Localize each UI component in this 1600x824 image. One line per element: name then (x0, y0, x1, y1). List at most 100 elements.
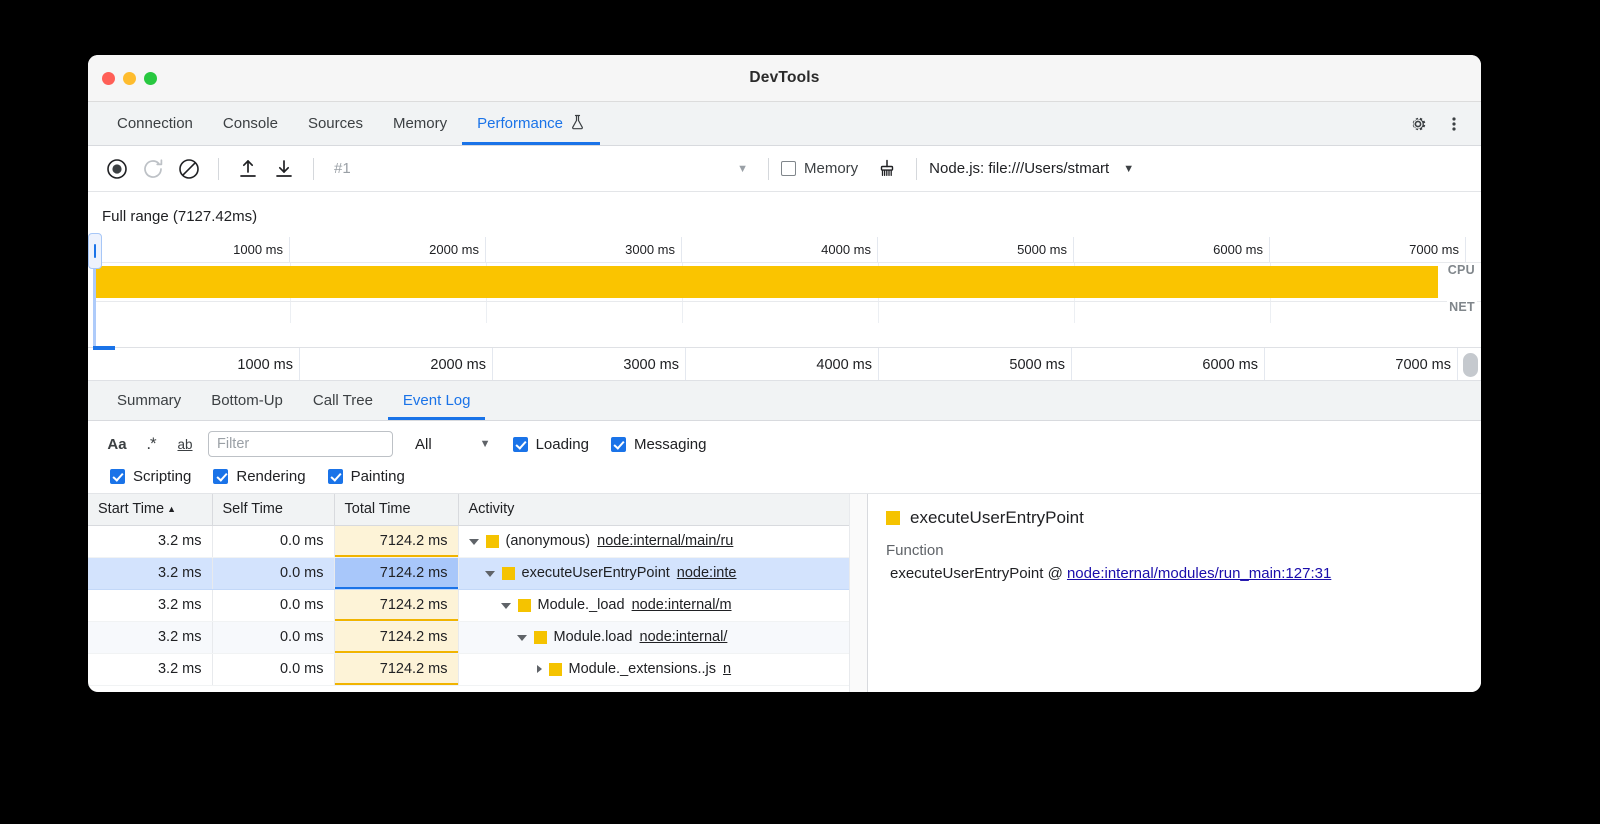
full-range-label: Full range (7127.42ms) (88, 192, 1481, 237)
tab-console[interactable]: Console (208, 102, 293, 145)
category-label: Messaging (634, 436, 707, 453)
regex-icon[interactable]: .* (134, 431, 168, 457)
activity-url[interactable]: node:inte (677, 565, 737, 581)
ruler-tick: 7000 ms (1270, 237, 1466, 262)
chevron-down-icon: ▼ (480, 438, 491, 450)
tab-sources[interactable]: Sources (293, 102, 378, 145)
activity-url[interactable]: node:internal/main/ru (597, 533, 733, 549)
clear-icon[interactable] (172, 152, 206, 186)
vertical-scrollbar[interactable] (849, 494, 867, 692)
cpu-usage-bar (93, 266, 1438, 298)
tab-label: Bottom-Up (211, 392, 283, 409)
panel-tabstrip: Connection Console Sources Memory Perfor… (88, 102, 1481, 146)
upload-icon[interactable] (231, 152, 265, 186)
category-checkbox-loading[interactable]: Loading (513, 436, 589, 453)
category-label: Loading (536, 436, 589, 453)
more-vertical-icon[interactable] (1437, 107, 1471, 141)
memory-label: Memory (804, 160, 858, 177)
tab-performance[interactable]: Performance (462, 102, 600, 145)
net-band: NET (93, 301, 1481, 323)
collect-garbage-icon[interactable] (870, 152, 904, 186)
tab-summary[interactable]: Summary (102, 381, 196, 420)
timeline-overview: Full range (7127.42ms) 1000 ms 2000 ms 3… (88, 192, 1481, 381)
ruler-tick: 3000 ms (486, 237, 682, 262)
column-header-self-time[interactable]: Self Time (212, 494, 334, 525)
profile-selector[interactable]: #1 ▼ (326, 154, 756, 184)
cell-activity: Module.load node:internal/ (458, 621, 850, 653)
checkbox-box (328, 469, 343, 484)
horizontal-scrollbar-thumb[interactable] (1463, 353, 1478, 377)
target-selector[interactable]: Node.js: file:///Users/stmart ▼ (929, 160, 1134, 177)
event-details-pane: executeUserEntryPoint Function executeUs… (868, 494, 1481, 692)
overview-body[interactable]: 1000 ms 2000 ms 3000 ms 4000 ms 5000 ms … (88, 237, 1481, 347)
overview-drag-handle-left[interactable] (88, 233, 102, 269)
ruler-tick: 6000 ms (1072, 348, 1265, 380)
category-checkbox-painting[interactable]: Painting (328, 468, 405, 485)
event-details-stack-row: executeUserEntryPoint @ node:internal/mo… (886, 565, 1465, 582)
tab-connection[interactable]: Connection (102, 102, 208, 145)
category-checkbox-messaging[interactable]: Messaging (611, 436, 707, 453)
reload-icon[interactable] (136, 152, 170, 186)
column-header-activity[interactable]: Activity (458, 494, 850, 525)
chevron-down-icon: ▼ (737, 163, 748, 175)
stack-frame-link[interactable]: node:internal/modules/run_main:127:31 (1067, 565, 1331, 582)
cell-total-time: 7124.2 ms (334, 621, 458, 653)
record-icon[interactable] (100, 152, 134, 186)
activity-url[interactable]: node:internal/m (632, 597, 732, 613)
target-label: Node.js: file:///Users/stmart (929, 160, 1109, 177)
category-checkbox-scripting[interactable]: Scripting (110, 468, 191, 485)
cell-self-time: 0.0 ms (212, 621, 334, 653)
table-row[interactable]: 3.2 ms 0.0 ms 7124.2 ms (anonymous) nod (88, 525, 850, 557)
cell-total-time: 7124.2 ms (334, 525, 458, 557)
column-label: Self Time (223, 501, 283, 517)
cell-activity: executeUserEntryPoint node:inte (458, 557, 850, 589)
table-row[interactable]: 3.2 ms 0.0 ms 7124.2 ms Module._extensio… (88, 653, 850, 685)
activity-name: executeUserEntryPoint (522, 565, 670, 581)
ruler-tick: 1000 ms (93, 237, 290, 262)
divider (916, 158, 917, 180)
memory-checkbox[interactable]: Memory (781, 160, 858, 177)
chevron-right-icon[interactable] (537, 665, 542, 673)
timeline-ruler-bottom[interactable]: 1000 ms 2000 ms 3000 ms 4000 ms 5000 ms … (88, 347, 1481, 381)
tab-event-log[interactable]: Event Log (388, 381, 486, 420)
tab-memory[interactable]: Memory (378, 102, 462, 145)
event-log-table: Start Time▲ Self Time Total Time Activit… (88, 494, 851, 686)
table-row[interactable]: 3.2 ms 0.0 ms 7124.2 ms Module.load nod (88, 621, 850, 653)
activity-name: Module._extensions..js (569, 661, 717, 677)
match-case-icon[interactable]: Aa (100, 431, 134, 457)
column-header-total-time[interactable]: Total Time (334, 494, 458, 525)
chevron-down-icon[interactable] (469, 539, 479, 545)
activity-url[interactable]: n (723, 661, 731, 677)
category-checkbox-rendering[interactable]: Rendering (213, 468, 305, 485)
filter-input[interactable]: Filter (208, 431, 393, 457)
tab-bottom-up[interactable]: Bottom-Up (196, 381, 298, 420)
column-label: Start Time (98, 501, 164, 517)
category-color-swatch (518, 599, 531, 612)
category-label: Painting (351, 468, 405, 485)
table-row[interactable]: 3.2 ms 0.0 ms 7124.2 ms executeUserEntry… (88, 557, 850, 589)
chevron-down-icon[interactable] (501, 603, 511, 609)
chevron-down-icon[interactable] (485, 571, 495, 577)
activity-name: Module._load (538, 597, 625, 613)
checkbox-box (611, 437, 626, 452)
duration-filter-select[interactable]: All ▼ (415, 436, 491, 453)
gear-icon[interactable] (1401, 107, 1435, 141)
checkbox-box (213, 469, 228, 484)
tab-label: Sources (308, 115, 363, 132)
whole-word-icon[interactable]: ab (168, 431, 202, 457)
activity-url[interactable]: node:internal/ (640, 629, 728, 645)
cell-total-time-value: 7124.2 ms (335, 622, 458, 653)
tab-label: Summary (117, 392, 181, 409)
tab-call-tree[interactable]: Call Tree (298, 381, 388, 420)
download-icon[interactable] (267, 152, 301, 186)
chevron-down-icon[interactable] (517, 635, 527, 641)
checkbox-box (513, 437, 528, 452)
cell-start-time: 3.2 ms (88, 557, 212, 589)
cell-self-time: 0.0 ms (212, 525, 334, 557)
category-label: Scripting (133, 468, 191, 485)
table-row[interactable]: 3.2 ms 0.0 ms 7124.2 ms Module._load no (88, 589, 850, 621)
event-log-filter-bar: Aa .* ab Filter All ▼ Loading Messaging (88, 421, 1481, 493)
column-header-start-time[interactable]: Start Time▲ (88, 494, 212, 525)
event-log-split: Start Time▲ Self Time Total Time Activit… (88, 493, 1481, 692)
event-details-title-text: executeUserEntryPoint (910, 508, 1084, 528)
